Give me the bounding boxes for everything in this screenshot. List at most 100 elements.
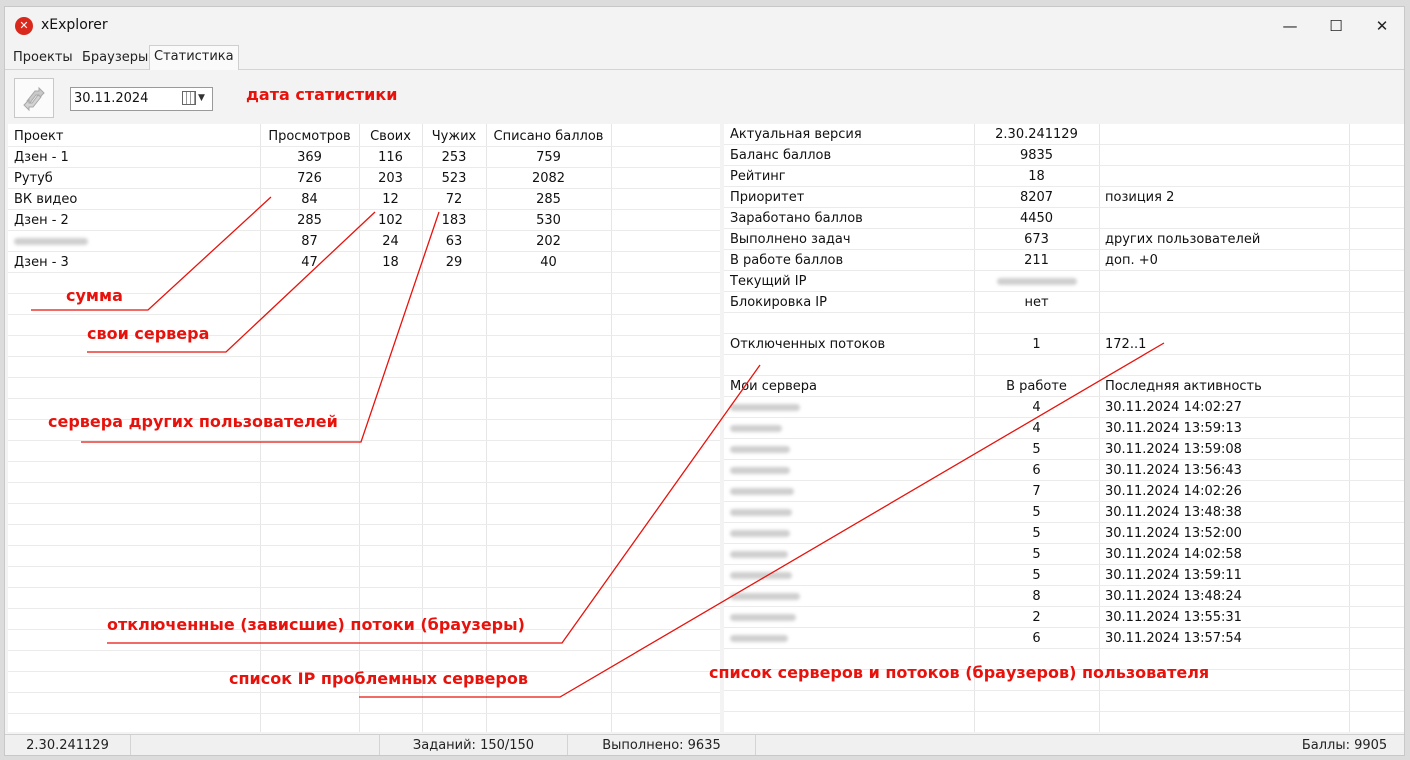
- server-last-activity: 30.11.2024 13:59:08: [1105, 442, 1242, 457]
- stat-label: Отключенных потоков: [730, 337, 886, 352]
- own-value: 203: [378, 171, 403, 186]
- stats-row[interactable]: Рейтинг 18: [724, 166, 1404, 187]
- spent-value: 202: [536, 234, 561, 249]
- own-value: 116: [378, 150, 403, 165]
- stats-row[interactable]: Выполнено задач 673 других пользователей: [724, 229, 1404, 250]
- table-row[interactable]: ВК видео 84 12 72 285: [8, 189, 720, 210]
- stats-row[interactable]: Баланс баллов 9835: [724, 145, 1404, 166]
- close-button[interactable]: ✕: [1359, 11, 1404, 41]
- stats-row[interactable]: Приоритет 8207 позиция 2: [724, 187, 1404, 208]
- stats-row[interactable]: Блокировка IP нет: [724, 292, 1404, 313]
- views-value: 726: [297, 171, 322, 186]
- annotation-date: дата статистики: [246, 85, 398, 104]
- server-last-activity: 30.11.2024 14:02:58: [1105, 547, 1242, 562]
- other-value: 72: [445, 192, 463, 207]
- server-ip-redacted: [724, 586, 974, 607]
- server-last-activity: 30.11.2024 13:56:43: [1105, 463, 1242, 478]
- server-row[interactable]: 4 30.11.2024 14:02:27: [724, 397, 1404, 418]
- empty-row: [8, 483, 720, 504]
- server-work-value: 4: [1032, 421, 1041, 436]
- stats-row[interactable]: Отключенных потоков 1 172..1: [724, 334, 1404, 355]
- server-row[interactable]: 5 30.11.2024 13:59:08: [724, 439, 1404, 460]
- projects-header-row: Проект Просмотров Своих Чужих Списано ба…: [8, 126, 720, 147]
- tab-statistics[interactable]: Статистика: [149, 45, 239, 70]
- server-row[interactable]: 5 30.11.2024 13:48:38: [724, 502, 1404, 523]
- column-header-own[interactable]: Своих: [359, 126, 422, 147]
- stat-label: Приоритет: [730, 190, 805, 205]
- stat-value: 8207: [1019, 190, 1054, 205]
- column-header-other[interactable]: Чужих: [422, 126, 486, 147]
- server-row[interactable]: 4 30.11.2024 13:59:13: [724, 418, 1404, 439]
- column-header-project[interactable]: Проект: [8, 126, 260, 147]
- stats-row[interactable]: Заработано баллов 4450: [724, 208, 1404, 229]
- annotation-other-servers: сервера других пользователей: [48, 412, 338, 431]
- chevron-down-icon[interactable]: ▼: [198, 93, 205, 103]
- stats-row[interactable]: Актуальная версия 2.30.241129: [724, 124, 1404, 145]
- server-work-value: 4: [1032, 400, 1041, 415]
- project-name: Дзен - 2: [14, 213, 69, 228]
- servers-header-work: В работе: [1006, 379, 1067, 394]
- stat-value: 673: [1024, 232, 1049, 247]
- server-row[interactable]: 7 30.11.2024 14:02:26: [724, 481, 1404, 502]
- server-work-value: 6: [1032, 631, 1041, 646]
- own-value: 24: [382, 234, 399, 249]
- server-row[interactable]: 5 30.11.2024 13:59:11: [724, 565, 1404, 586]
- stats-row[interactable]: В работе баллов 211 доп. +0: [724, 250, 1404, 271]
- stats-row[interactable]: [724, 355, 1404, 376]
- status-balance: Баллы: 9905: [1301, 738, 1388, 753]
- refresh-icon: [23, 86, 45, 112]
- stat-note: доп. +0: [1105, 253, 1158, 268]
- project-name: Дзен - 3: [14, 255, 69, 270]
- server-work-value: 7: [1032, 484, 1041, 499]
- table-row[interactable]: Дзен - 2 285 102 183 530: [8, 210, 720, 231]
- empty-row: [8, 462, 720, 483]
- server-ip-redacted: [724, 481, 974, 502]
- other-value: 523: [441, 171, 467, 186]
- server-last-activity: 30.11.2024 14:02:26: [1105, 484, 1242, 499]
- server-row[interactable]: 5 30.11.2024 13:52:00: [724, 523, 1404, 544]
- table-row[interactable]: Дзен - 1 369 116 253 759: [8, 147, 720, 168]
- refresh-button[interactable]: [14, 78, 54, 118]
- table-row[interactable]: 87 24 63 202: [8, 231, 720, 252]
- server-last-activity: 30.11.2024 13:48:24: [1105, 589, 1242, 604]
- maximize-button[interactable]: ☐: [1313, 11, 1359, 41]
- empty-row: [8, 357, 720, 378]
- stat-note: [1099, 292, 1349, 313]
- server-row[interactable]: 6 30.11.2024 13:57:54: [724, 628, 1404, 649]
- spent-value: 40: [540, 255, 557, 270]
- server-row[interactable]: 6 30.11.2024 13:56:43: [724, 460, 1404, 481]
- stat-note: [1099, 208, 1349, 229]
- server-row[interactable]: 8 30.11.2024 13:48:24: [724, 586, 1404, 607]
- table-row[interactable]: Дзен - 3 47 18 29 40: [8, 252, 720, 273]
- empty-row: [8, 588, 720, 609]
- server-row[interactable]: 2 30.11.2024 13:55:31: [724, 607, 1404, 628]
- annotation-user-servers: список серверов и потоков (браузеров) по…: [709, 663, 1210, 682]
- stats-row[interactable]: Текущий IP: [724, 271, 1404, 292]
- empty-row: [8, 693, 720, 714]
- column-header-spent[interactable]: Списано баллов: [486, 126, 611, 147]
- tab-browsers[interactable]: Браузеры: [78, 47, 152, 69]
- stat-note: [1099, 166, 1349, 187]
- tab-projects[interactable]: Проекты: [9, 47, 77, 69]
- server-ip-redacted: [724, 439, 974, 460]
- spent-value: 530: [536, 213, 561, 228]
- status-empty: [131, 735, 380, 755]
- column-header-views[interactable]: Просмотров: [260, 126, 359, 147]
- servers-header-row: Мои сервера В работе Последняя активност…: [724, 376, 1404, 397]
- annotation-own-servers: свои сервера: [87, 324, 210, 343]
- project-name: ВК видео: [14, 192, 78, 207]
- date-picker[interactable]: 30.11.2024 ▼: [70, 87, 213, 111]
- annotation-sum: сумма: [66, 286, 123, 305]
- own-value: 18: [382, 255, 399, 270]
- calendar-icon[interactable]: [182, 91, 196, 105]
- server-work-value: 5: [1032, 526, 1041, 541]
- server-ip-redacted: [724, 544, 974, 565]
- stats-row[interactable]: [724, 313, 1404, 334]
- minimize-button[interactable]: —: [1267, 11, 1313, 41]
- servers-header-label: Мои сервера: [730, 379, 818, 394]
- server-row[interactable]: 5 30.11.2024 14:02:58: [724, 544, 1404, 565]
- server-ip-redacted: [724, 607, 974, 628]
- server-ip-redacted: [724, 502, 974, 523]
- table-row[interactable]: Рутуб 726 203 523 2082: [8, 168, 720, 189]
- empty-row: [8, 567, 720, 588]
